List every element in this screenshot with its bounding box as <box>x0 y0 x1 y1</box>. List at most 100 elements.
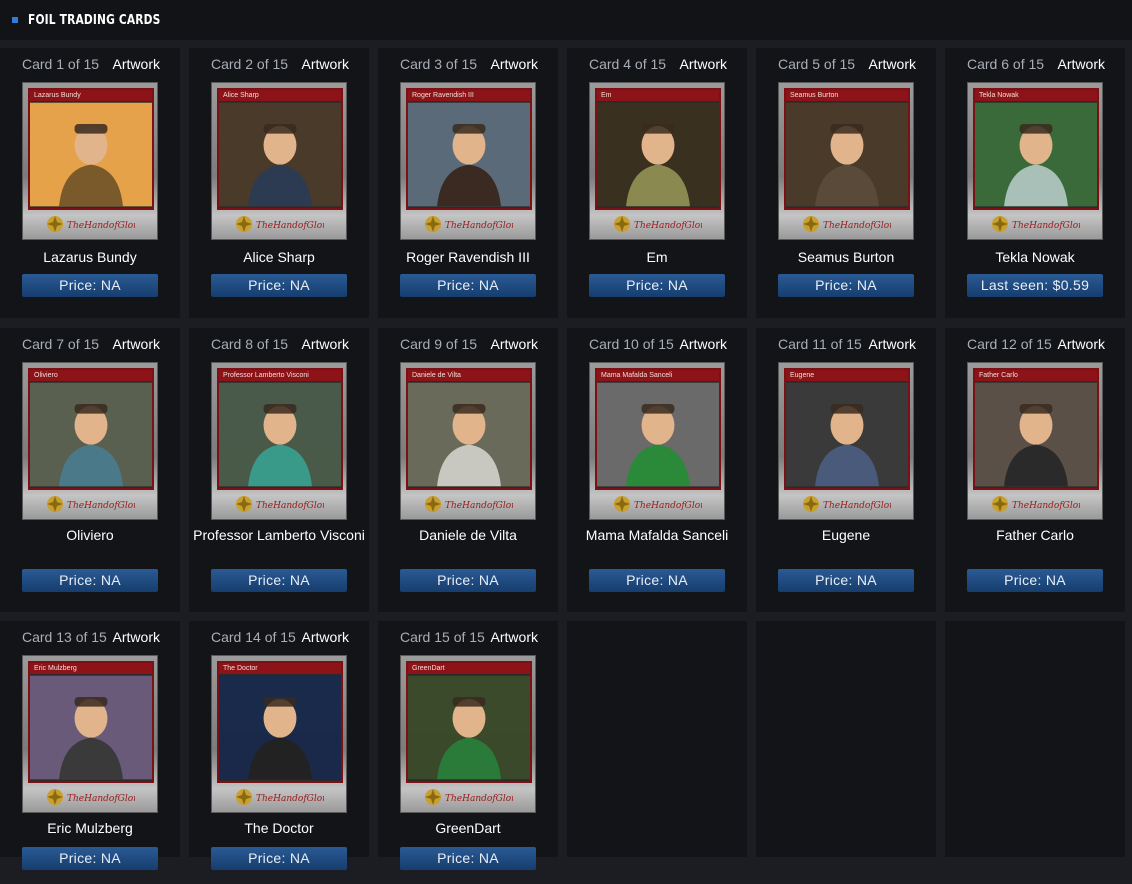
artwork-link[interactable]: Artwork <box>491 56 538 72</box>
price-button[interactable]: Price: NA <box>22 274 158 297</box>
empty-card-slot <box>945 621 1125 857</box>
price-button[interactable]: Price: NA <box>589 569 725 592</box>
card-image[interactable]: GreenDart TheHandofGlory <box>400 655 536 813</box>
trading-card-item: Card 14 of 15 Artwork The Doctor TheHand… <box>189 621 369 870</box>
game-logo-icon: TheHandofGlory <box>803 496 891 512</box>
game-logo-icon: TheHandofGlory <box>614 216 702 232</box>
svg-text:TheHandofGlory: TheHandofGlory <box>67 221 135 231</box>
card-image[interactable]: Eric Mulzberg TheHandofGlory <box>22 655 158 813</box>
svg-text:TheHandofGlory: TheHandofGlory <box>67 794 135 804</box>
character-portrait-icon <box>408 675 530 780</box>
trading-card-item: Card 1 of 15 Artwork Lazarus Bundy TheHa… <box>0 48 180 318</box>
card-image[interactable]: The Doctor TheHandofGlory <box>211 655 347 813</box>
svg-text:TheHandofGlory: TheHandofGlory <box>256 794 324 804</box>
price-button[interactable]: Price: NA <box>22 569 158 592</box>
card-image[interactable]: Mama Mafalda Sanceli TheHandofGlory <box>589 362 725 520</box>
card-name: Seamus Burton <box>797 249 895 265</box>
character-portrait-icon <box>219 102 341 207</box>
artwork-link[interactable]: Artwork <box>302 336 349 352</box>
card-image-title: Tekla Nowak <box>975 90 1097 101</box>
svg-text:TheHandofGlory: TheHandofGlory <box>1012 501 1080 511</box>
artwork-link[interactable]: Artwork <box>113 629 160 645</box>
card-image[interactable]: Daniele de Vilta TheHandofGlory <box>400 362 536 520</box>
artwork-link[interactable]: Artwork <box>113 56 160 72</box>
game-logo-icon: TheHandofGlory <box>47 216 135 232</box>
game-logo-icon: TheHandofGlory <box>236 496 324 512</box>
card-name: Tekla Nowak <box>995 249 1075 265</box>
game-logo-icon: TheHandofGlory <box>614 496 702 512</box>
artwork-link[interactable]: Artwork <box>1058 336 1105 352</box>
card-image[interactable]: Tekla Nowak TheHandofGlory <box>967 82 1103 240</box>
trading-card-item: Card 12 of 15 Artwork Father Carlo TheHa… <box>945 328 1125 612</box>
artwork-link[interactable]: Artwork <box>491 629 538 645</box>
character-portrait-icon <box>786 382 908 487</box>
card-image-title: Professor Lamberto Visconi <box>219 370 341 381</box>
character-portrait-icon <box>408 382 530 487</box>
trading-card-item: Card 10 of 15 Artwork Mama Mafalda Sance… <box>567 328 747 612</box>
card-image[interactable]: Seamus Burton TheHandofGlory <box>778 82 914 240</box>
card-image-title: Father Carlo <box>975 370 1097 381</box>
character-portrait-icon <box>786 102 908 207</box>
card-image-title: Eugene <box>786 370 908 381</box>
price-button[interactable]: Price: NA <box>400 847 536 870</box>
card-image-title: Daniele de Vilta <box>408 370 530 381</box>
card-name: Eric Mulzberg <box>47 820 133 836</box>
svg-text:TheHandofGlory: TheHandofGlory <box>67 501 135 511</box>
game-logo-icon: TheHandofGlory <box>425 789 513 805</box>
card-number: Card 10 of 15 <box>589 336 674 352</box>
card-image[interactable]: Lazarus Bundy TheHandofGlory <box>22 82 158 240</box>
card-image[interactable]: Em TheHandofGlory <box>589 82 725 240</box>
card-name: Em <box>646 249 668 265</box>
artwork-link[interactable]: Artwork <box>869 56 916 72</box>
price-button[interactable]: Price: NA <box>211 847 347 870</box>
price-button[interactable]: Price: NA <box>211 274 347 297</box>
card-number: Card 6 of 15 <box>967 56 1045 72</box>
card-number: Card 5 of 15 <box>778 56 856 72</box>
artwork-link[interactable]: Artwork <box>302 629 349 645</box>
svg-text:TheHandofGlory: TheHandofGlory <box>445 794 513 804</box>
card-image[interactable]: Father Carlo TheHandofGlory <box>967 362 1103 520</box>
character-portrait-icon <box>597 102 719 207</box>
price-button[interactable]: Price: NA <box>589 274 725 297</box>
price-button[interactable]: Price: NA <box>967 569 1103 592</box>
card-name: Professor Lamberto Visconi <box>193 527 365 543</box>
card-number: Card 3 of 15 <box>400 56 478 72</box>
card-name: GreenDart <box>435 820 501 836</box>
card-image-title: The Doctor <box>219 663 341 674</box>
card-image[interactable]: Oliviero TheHandofGlory <box>22 362 158 520</box>
artwork-link[interactable]: Artwork <box>869 336 916 352</box>
trading-card-item: Card 7 of 15 Artwork Oliviero TheHandofG… <box>0 328 180 612</box>
card-image[interactable]: Eugene TheHandofGlory <box>778 362 914 520</box>
card-name: Roger Ravendish III <box>406 249 530 265</box>
character-portrait-icon <box>597 382 719 487</box>
character-portrait-icon <box>219 382 341 487</box>
artwork-link[interactable]: Artwork <box>680 336 727 352</box>
artwork-link[interactable]: Artwork <box>1058 56 1105 72</box>
artwork-link[interactable]: Artwork <box>680 56 727 72</box>
card-number: Card 2 of 15 <box>211 56 289 72</box>
trading-card-item: Card 11 of 15 Artwork Eugene TheHandofGl… <box>756 328 936 612</box>
artwork-link[interactable]: Artwork <box>491 336 538 352</box>
price-button[interactable]: Last seen: $0.59 <box>967 274 1103 297</box>
svg-text:TheHandofGlory: TheHandofGlory <box>1012 221 1080 231</box>
trading-card-item: Card 2 of 15 Artwork Alice Sharp TheHand… <box>189 48 369 318</box>
trading-card-item: Card 6 of 15 Artwork Tekla Nowak TheHand… <box>945 48 1125 318</box>
price-button[interactable]: Price: NA <box>400 569 536 592</box>
card-image[interactable]: Roger Ravendish III TheHandofGlory <box>400 82 536 240</box>
price-button[interactable]: Price: NA <box>22 847 158 870</box>
card-name: Daniele de Vilta <box>419 527 517 543</box>
game-logo-icon: TheHandofGlory <box>992 496 1080 512</box>
game-logo-icon: TheHandofGlory <box>236 216 324 232</box>
card-image[interactable]: Professor Lamberto Visconi TheHandofGlor… <box>211 362 347 520</box>
price-button[interactable]: Price: NA <box>778 569 914 592</box>
empty-card-slot <box>756 621 936 857</box>
price-button[interactable]: Price: NA <box>400 274 536 297</box>
card-image[interactable]: Alice Sharp TheHandofGlory <box>211 82 347 240</box>
artwork-link[interactable]: Artwork <box>113 336 160 352</box>
price-button[interactable]: Price: NA <box>778 274 914 297</box>
card-name: The Doctor <box>244 820 314 836</box>
card-number: Card 14 of 15 <box>211 629 296 645</box>
price-button[interactable]: Price: NA <box>211 569 347 592</box>
artwork-link[interactable]: Artwork <box>302 56 349 72</box>
game-logo-icon: TheHandofGlory <box>425 496 513 512</box>
